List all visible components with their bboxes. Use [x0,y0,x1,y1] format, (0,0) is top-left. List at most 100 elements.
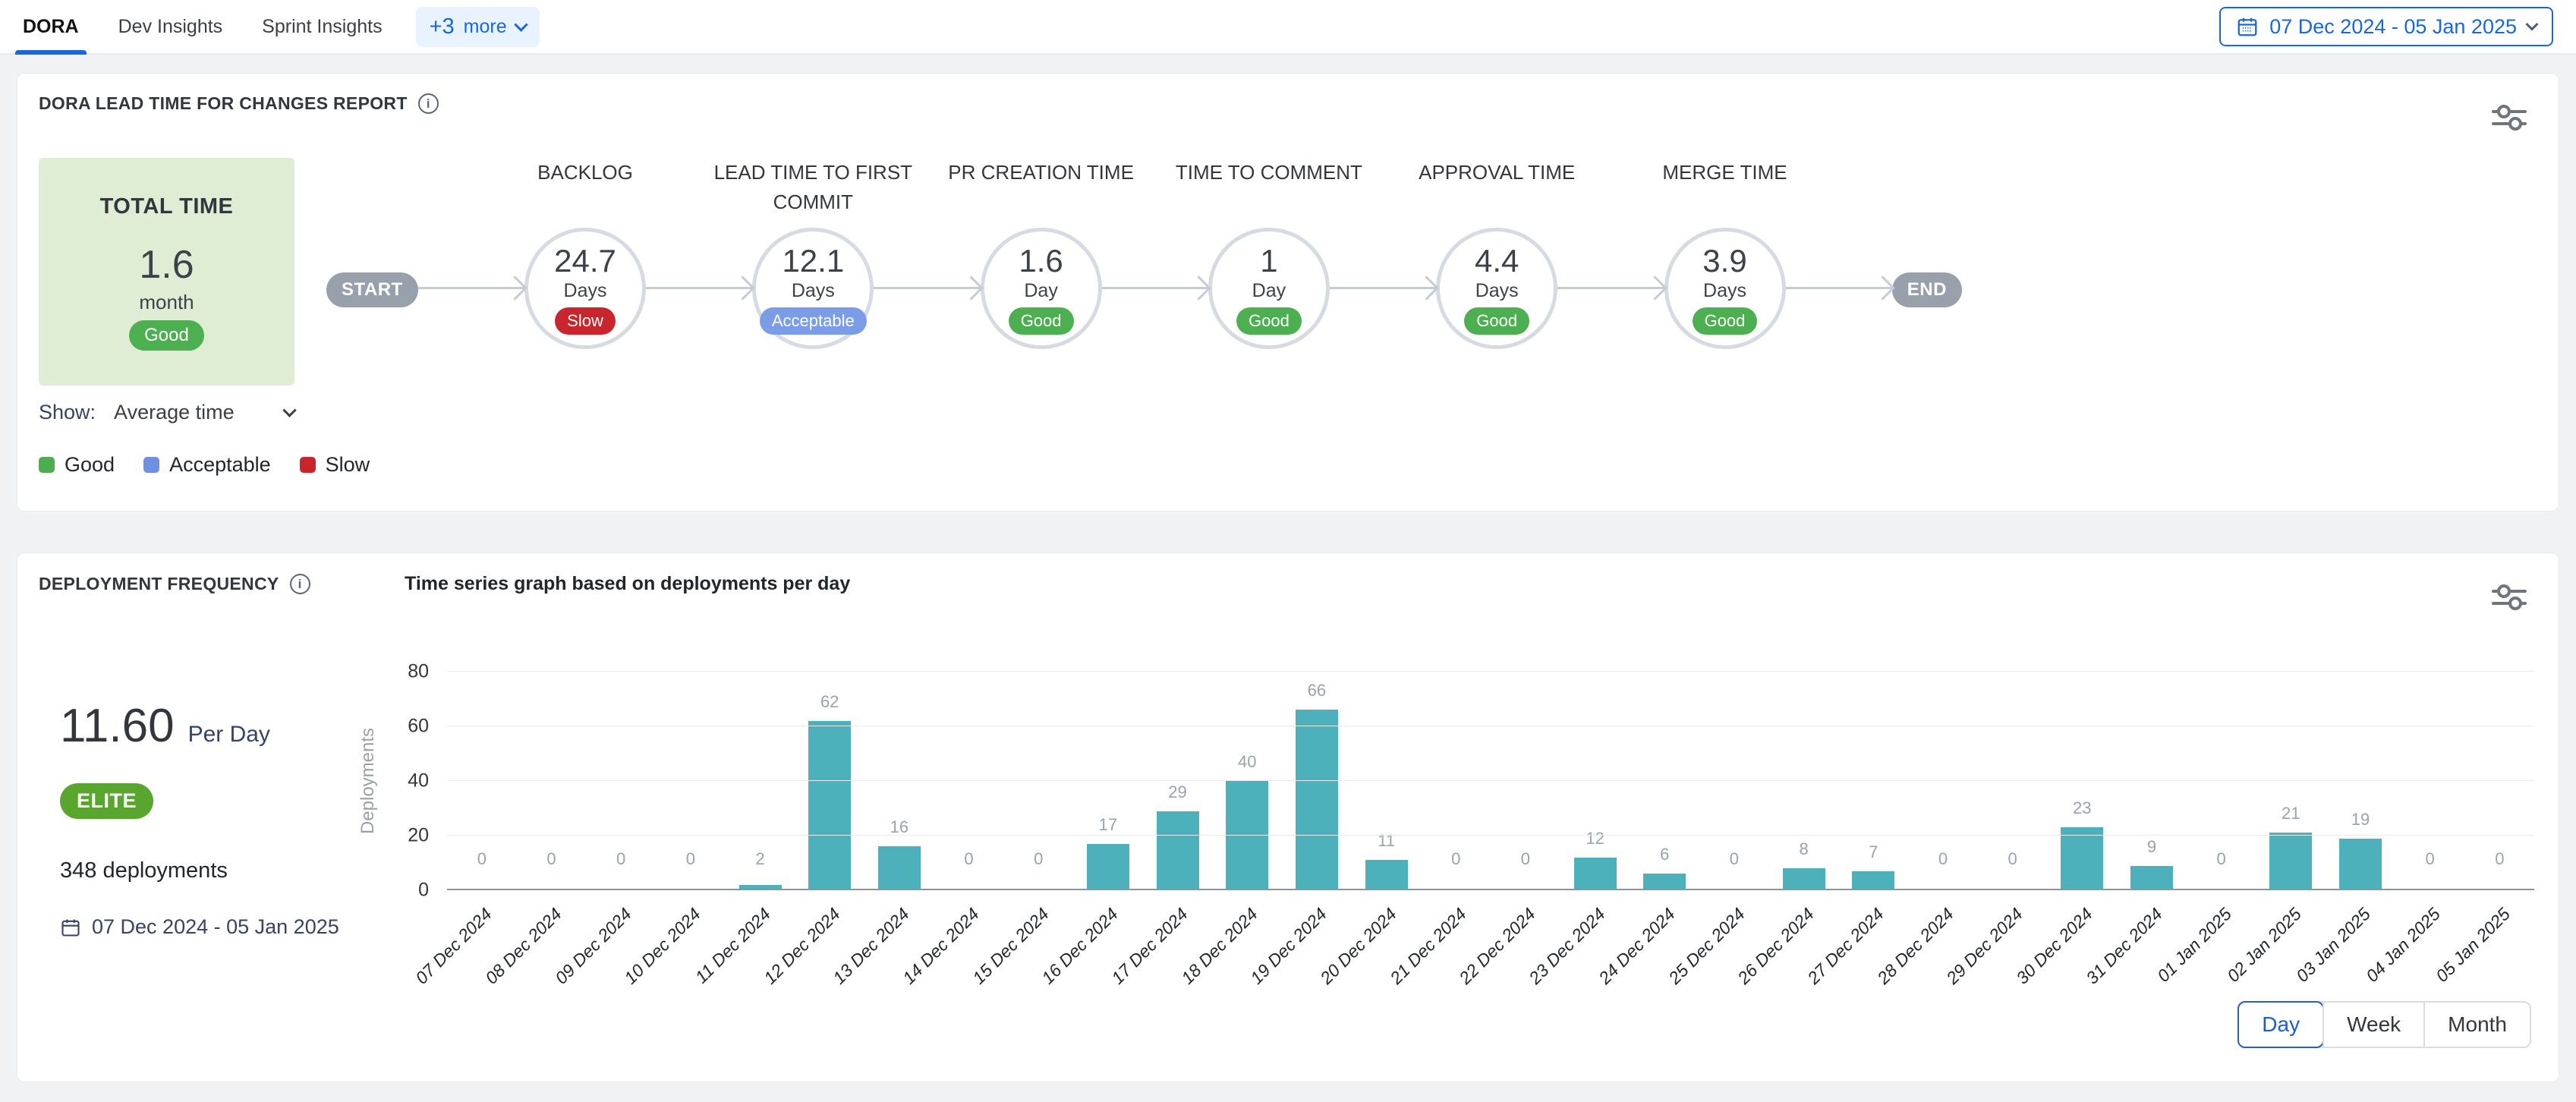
bar-slot: 211 Dec 2024 [726,672,795,890]
chevron-down-icon [2526,18,2539,31]
stage-label: MERGE TIME [1608,158,1843,228]
info-icon[interactable] [290,574,310,594]
bar-slot: 6619 Dec 2024 [1282,672,1352,890]
bar-slot: 2102 Jan 2025 [2256,672,2326,890]
stage-circle[interactable]: 1.6DayGood [981,228,1102,349]
pipeline-arrow-icon [646,287,752,289]
stage-circle[interactable]: 3.9DaysGood [1664,228,1786,349]
total-deployments: 348 deployments [60,858,339,883]
bar-slot: 4018 Dec 2024 [1212,672,1282,890]
pipeline-end-node: END [1892,272,1962,307]
deployment-bar[interactable] [1643,874,1686,890]
stage-value: 24.7 [554,243,616,279]
pipeline-arrow-icon [418,287,524,289]
deployment-bar[interactable] [2269,833,2312,890]
tab-dora[interactable]: DORA [23,0,79,53]
x-axis-date-label: 04 Jan 2025 [2362,904,2445,987]
stage-label: PR CREATION TIME [924,158,1159,228]
bar-value-label: 0 [2008,849,2017,869]
date-range-picker[interactable]: 07 Dec 2024 - 05 Jan 2025 [2219,7,2553,46]
legend-label: Slow [326,453,370,477]
tab-sprint-insights[interactable]: Sprint Insights [262,0,382,53]
stage-unit: Days [1475,280,1519,302]
total-time-unit: month [39,291,294,314]
bar-slot: 2917 Dec 2024 [1143,672,1213,890]
deployment-bar[interactable] [2130,866,2173,890]
deployment-bar[interactable] [2339,839,2382,890]
total-time-status-badge: Good [129,320,204,351]
granularity-month-button[interactable]: Month [2423,1003,2530,1047]
y-axis-tick: 20 [408,825,429,847]
bar-value-label: 21 [2282,804,2300,823]
bar-value-label: 23 [2073,798,2091,818]
chart-settings-icon[interactable] [2492,101,2527,134]
deployment-rate-unit: Per Day [188,722,270,748]
stage-status-badge: Good [1693,307,1758,335]
bar-value-label: 0 [2495,849,2504,869]
stage-status-badge: Good [1236,307,1302,335]
bar-slot: 015 Dec 2024 [1003,672,1073,890]
stage-label: APPROVAL TIME [1379,158,1614,228]
dora-lead-time-card: DORA LEAD TIME FOR CHANGES REPORT TOTAL … [17,73,2559,512]
deployment-bar[interactable] [1365,860,1408,890]
y-axis-tick: 0 [418,880,429,902]
deployment-bar[interactable] [1783,868,1825,890]
stage-circle[interactable]: 24.7DaysSlow [524,228,646,349]
bar-value-label: 7 [1869,842,1878,862]
total-time-value: 1.6 [39,242,294,288]
deployment-bar[interactable] [878,846,921,890]
show-metric-dropdown[interactable]: Show: Average time [39,401,294,424]
bar-slot: 001 Jan 2025 [2187,672,2256,890]
deployment-bar[interactable] [1087,844,1129,890]
granularity-week-button[interactable]: Week [2322,1003,2423,1047]
legend-item: Slow [300,453,370,477]
bar-slot: 931 Dec 2024 [2117,672,2187,890]
deployment-bar[interactable] [1226,781,1268,890]
deployment-bar[interactable] [1852,871,1894,890]
deployment-bar[interactable] [808,721,851,890]
deployment-title-block: DEPLOYMENT FREQUENCY [39,574,394,594]
date-range-value: 07 Dec 2024 - 05 Jan 2025 [2269,15,2517,39]
gridline [447,889,2534,890]
bar-slot: 025 Dec 2024 [1699,672,1769,890]
chevron-down-icon [514,17,527,31]
deployment-bar[interactable] [1296,710,1338,890]
bar-value-label: 0 [1521,849,1530,869]
pipeline-arrow-icon [1102,287,1208,289]
gridline [447,835,2534,836]
bar-slot: 022 Dec 2024 [1491,672,1560,890]
performance-tier-badge: ELITE [60,783,153,819]
chart-settings-icon[interactable] [2492,581,2527,614]
legend-label: Good [65,453,115,477]
bar-value-label: 62 [820,692,839,712]
legend-label: Acceptable [169,453,271,477]
pipeline-stage: APPROVAL TIME4.4DaysGood [1436,158,1557,349]
bar-value-label: 19 [2351,810,2370,830]
deployment-bar[interactable] [1157,811,1199,890]
tab-dev-insights[interactable]: Dev Insights [118,0,223,53]
x-axis-date-label: 02 Jan 2025 [2223,904,2306,987]
status-legend: Good Acceptable Slow [39,453,2537,477]
deployment-bar[interactable] [1574,858,1617,890]
granularity-day-button[interactable]: Day [2237,1001,2324,1048]
y-axis-label: Deployments [357,728,379,834]
pipeline-stage: LEAD TIME TO FIRST COMMIT12.1DaysAccepta… [752,158,874,349]
stage-circle[interactable]: 1DayGood [1208,228,1330,349]
bar-value-label: 0 [1451,849,1460,869]
info-icon[interactable] [418,93,439,114]
bar-value-label: 9 [2147,837,2156,857]
more-tabs-button[interactable]: +3 more [416,7,540,47]
lead-time-content-row: TOTAL TIME 1.6 month Good START BACKLOG2… [39,158,2537,386]
stage-circle[interactable]: 4.4DaysGood [1436,228,1557,349]
stage-label: LEAD TIME TO FIRST COMMIT [695,158,931,228]
legend-swatch [300,457,316,473]
pipeline-arrow-icon [1786,287,1892,289]
bar-slot: 2330 Dec 2024 [2047,672,2117,890]
stage-unit: Days [1703,280,1746,302]
stage-circle[interactable]: 12.1DaysAcceptable [752,228,874,349]
y-axis-tick: 60 [408,716,429,738]
stage-unit: Days [564,280,607,302]
deployment-rate: 11.60 Per Day [60,699,339,753]
bar-slot: 028 Dec 2024 [1908,672,1978,890]
deployment-bar[interactable] [2061,827,2103,890]
